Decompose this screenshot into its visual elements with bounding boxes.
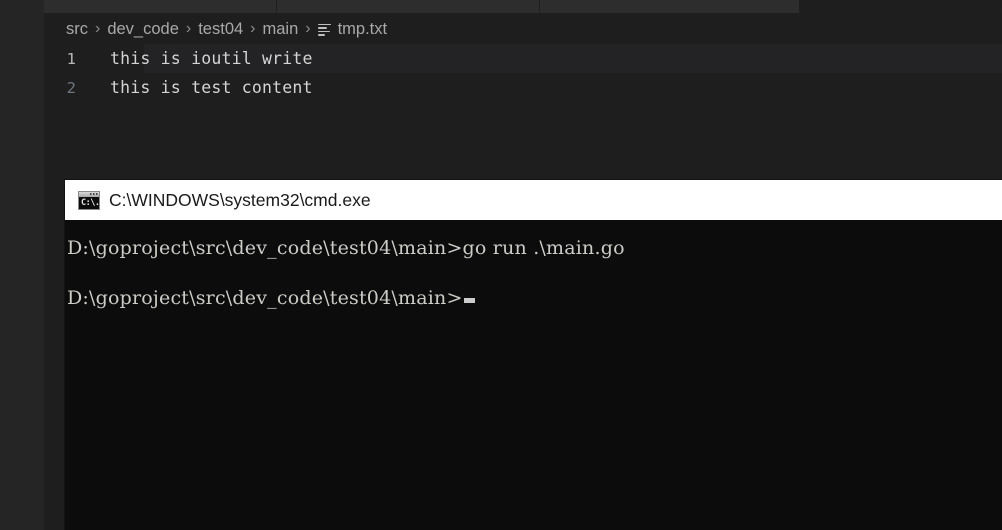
editor-tab-strip xyxy=(44,0,1002,13)
breadcrumb-separator: › xyxy=(305,20,311,37)
terminal-line-text: D:\goproject\src\dev_code\test04\main>go… xyxy=(67,237,625,259)
editor-tab-4[interactable] xyxy=(800,0,1002,13)
breadcrumb-separator: › xyxy=(185,20,192,37)
text-file-icon xyxy=(317,23,331,36)
cmd-icon-glyph: C:\. xyxy=(81,197,100,208)
breadcrumb-item-test04[interactable]: test04 xyxy=(198,20,243,39)
vscode-window: src › dev_code › test04 › main › tmp.txt 1 this i… xyxy=(0,0,1002,530)
cmd-title-text: C:\WINDOWS\system32\cmd.exe xyxy=(109,189,371,210)
code-line[interactable]: 2 this is test content xyxy=(44,73,1002,102)
breadcrumb-item-main[interactable]: main xyxy=(263,20,299,39)
breadcrumb-item-src[interactable]: src xyxy=(66,20,88,39)
terminal-line: D:\goproject\src\dev_code\test04\main> xyxy=(65,288,1002,309)
code-line-text: this is test content xyxy=(110,78,313,97)
terminal-line: D:\goproject\src\dev_code\test04\main>go… xyxy=(65,238,1002,259)
code-line[interactable]: 1 this is ioutil write xyxy=(44,44,1002,73)
breadcrumb: src › dev_code › test04 › main › tmp.txt xyxy=(44,16,1002,42)
editor-tab-1[interactable] xyxy=(44,0,277,13)
editor-tab-3[interactable] xyxy=(540,0,800,13)
cmd-console-window[interactable]: C:\. C:\WINDOWS\system32\cmd.exe D:\gopr… xyxy=(65,180,1002,530)
breadcrumb-file[interactable]: tmp.txt xyxy=(317,19,388,39)
editor-tab-2[interactable] xyxy=(277,0,540,13)
cmd-icon-titlebar xyxy=(79,191,99,197)
breadcrumb-file-name: tmp.txt xyxy=(337,19,388,38)
line-number: 2 xyxy=(66,78,76,97)
activity-bar xyxy=(0,0,44,530)
cmd-title-bar[interactable]: C:\. C:\WINDOWS\system32\cmd.exe xyxy=(65,180,1002,220)
code-line-text: this is ioutil write xyxy=(110,49,313,68)
cmd-console-icon: C:\. xyxy=(78,190,100,210)
cmd-console-output[interactable]: D:\goproject\src\dev_code\test04\main>go… xyxy=(65,220,1002,530)
terminal-line-text: D:\goproject\src\dev_code\test04\main> xyxy=(67,287,463,309)
line-number: 1 xyxy=(66,49,76,68)
breadcrumb-separator: › xyxy=(95,20,101,37)
breadcrumb-separator: › xyxy=(250,20,256,37)
breadcrumb-item-dev_code[interactable]: dev_code xyxy=(107,20,179,39)
terminal-cursor xyxy=(463,298,475,303)
